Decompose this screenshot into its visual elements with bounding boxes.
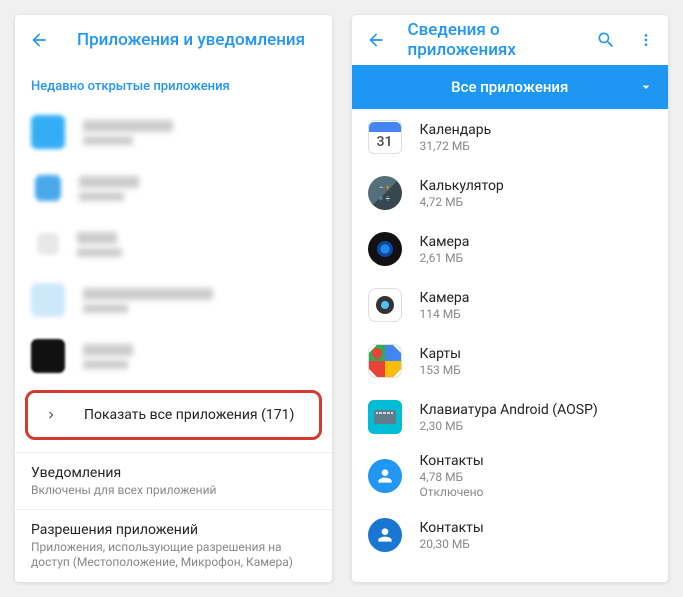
app-size: 2,61 МБ bbox=[420, 251, 653, 265]
notifications-setting[interactable]: Уведомления Включены для всех приложений bbox=[15, 452, 332, 509]
app-icon bbox=[368, 344, 402, 378]
app-label-blurred bbox=[83, 344, 316, 369]
app-size: 4,78 МБ bbox=[420, 470, 653, 484]
app-label-blurred bbox=[77, 232, 316, 257]
app-row[interactable]: Камера2,61 МБ bbox=[352, 221, 669, 277]
app-icon bbox=[368, 518, 402, 552]
app-size: 4,72 МБ bbox=[420, 195, 653, 209]
setting-title: Уведомления bbox=[31, 465, 316, 481]
setting-subtitle: Включены для всех приложений bbox=[31, 483, 316, 499]
app-icon bbox=[368, 288, 402, 322]
page-title-right: Сведения о приложениях bbox=[408, 20, 575, 60]
app-icon: 31 bbox=[368, 120, 402, 154]
app-row[interactable]: Контакты20,30 МБ bbox=[352, 507, 669, 563]
app-size: 31,72 МБ bbox=[420, 139, 653, 153]
recent-app-row[interactable] bbox=[15, 328, 332, 384]
app-name: Календарь bbox=[420, 122, 653, 138]
app-list: 31 Календарь31,72 МБ −+×÷ Калькулятор4,72 М… bbox=[352, 109, 669, 582]
app-label-blurred bbox=[79, 176, 316, 201]
app-icon bbox=[31, 283, 65, 317]
recent-app-row[interactable] bbox=[15, 272, 332, 328]
chevron-down-icon bbox=[638, 79, 654, 95]
app-row[interactable]: −+×÷ Калькулятор4,72 МБ bbox=[352, 165, 669, 221]
app-icon bbox=[368, 232, 402, 266]
app-size: 20,30 МБ bbox=[420, 537, 653, 551]
app-size: 153 МБ bbox=[420, 363, 653, 377]
app-row[interactable]: Карты153 МБ bbox=[352, 333, 669, 389]
app-icon bbox=[35, 175, 61, 201]
recent-apps-section-title: Недавно открытые приложения bbox=[15, 65, 332, 104]
recent-app-row[interactable] bbox=[15, 160, 332, 216]
app-icon bbox=[31, 339, 65, 373]
app-icon bbox=[37, 233, 59, 255]
app-name: Контакты bbox=[420, 520, 653, 536]
phone-left: Приложения и уведомления Недавно открыты… bbox=[15, 15, 332, 582]
show-all-apps-button[interactable]: Показать все приложения (171) bbox=[25, 390, 322, 440]
app-name: Карты bbox=[420, 346, 653, 362]
app-icon bbox=[31, 115, 65, 149]
app-icon: −+×÷ bbox=[368, 176, 402, 210]
app-label-blurred bbox=[83, 120, 316, 145]
recent-app-row[interactable] bbox=[15, 104, 332, 160]
app-name: Камера bbox=[420, 234, 653, 250]
app-row[interactable]: Контакты4,78 МБОтключено bbox=[352, 445, 669, 507]
search-icon[interactable] bbox=[596, 30, 616, 50]
all-apps-dropdown[interactable]: Все приложения bbox=[352, 65, 669, 109]
app-size: 2,30 МБ bbox=[420, 419, 653, 433]
app-name: Калькулятор bbox=[420, 178, 653, 194]
header-right: Сведения о приложениях bbox=[352, 15, 669, 65]
recent-app-row[interactable] bbox=[15, 216, 332, 272]
page-title-left: Приложения и уведомления bbox=[77, 30, 318, 50]
header-left: Приложения и уведомления bbox=[15, 15, 332, 65]
app-icon bbox=[368, 400, 402, 434]
back-icon[interactable] bbox=[29, 30, 49, 50]
back-icon[interactable] bbox=[366, 30, 386, 50]
all-apps-label: Все приложения bbox=[451, 78, 568, 96]
setting-title: Разрешения приложений bbox=[31, 522, 316, 538]
setting-subtitle: Приложения, использующие разрешения на д… bbox=[31, 540, 316, 571]
app-name: Клавиатура Android (AOSP) bbox=[420, 402, 653, 418]
permissions-setting[interactable]: Разрешения приложений Приложения, исполь… bbox=[15, 509, 332, 581]
app-status: Отключено bbox=[420, 485, 653, 499]
app-size: 114 МБ bbox=[420, 307, 653, 321]
app-row[interactable]: Камера114 МБ bbox=[352, 277, 669, 333]
app-label-blurred bbox=[83, 288, 316, 313]
app-row[interactable]: Клавиатура Android (AOSP)2,30 МБ bbox=[352, 389, 669, 445]
phone-right: Сведения о приложениях Все приложения 31… bbox=[352, 15, 669, 582]
chevron-right-icon bbox=[44, 408, 58, 422]
show-all-label: Показать все приложения (171) bbox=[84, 407, 294, 423]
overflow-menu-icon[interactable] bbox=[638, 30, 654, 50]
app-name: Камера bbox=[420, 290, 653, 306]
app-name: Контакты bbox=[420, 453, 653, 469]
app-icon bbox=[368, 459, 402, 493]
app-row[interactable]: 31 Календарь31,72 МБ bbox=[352, 109, 669, 165]
